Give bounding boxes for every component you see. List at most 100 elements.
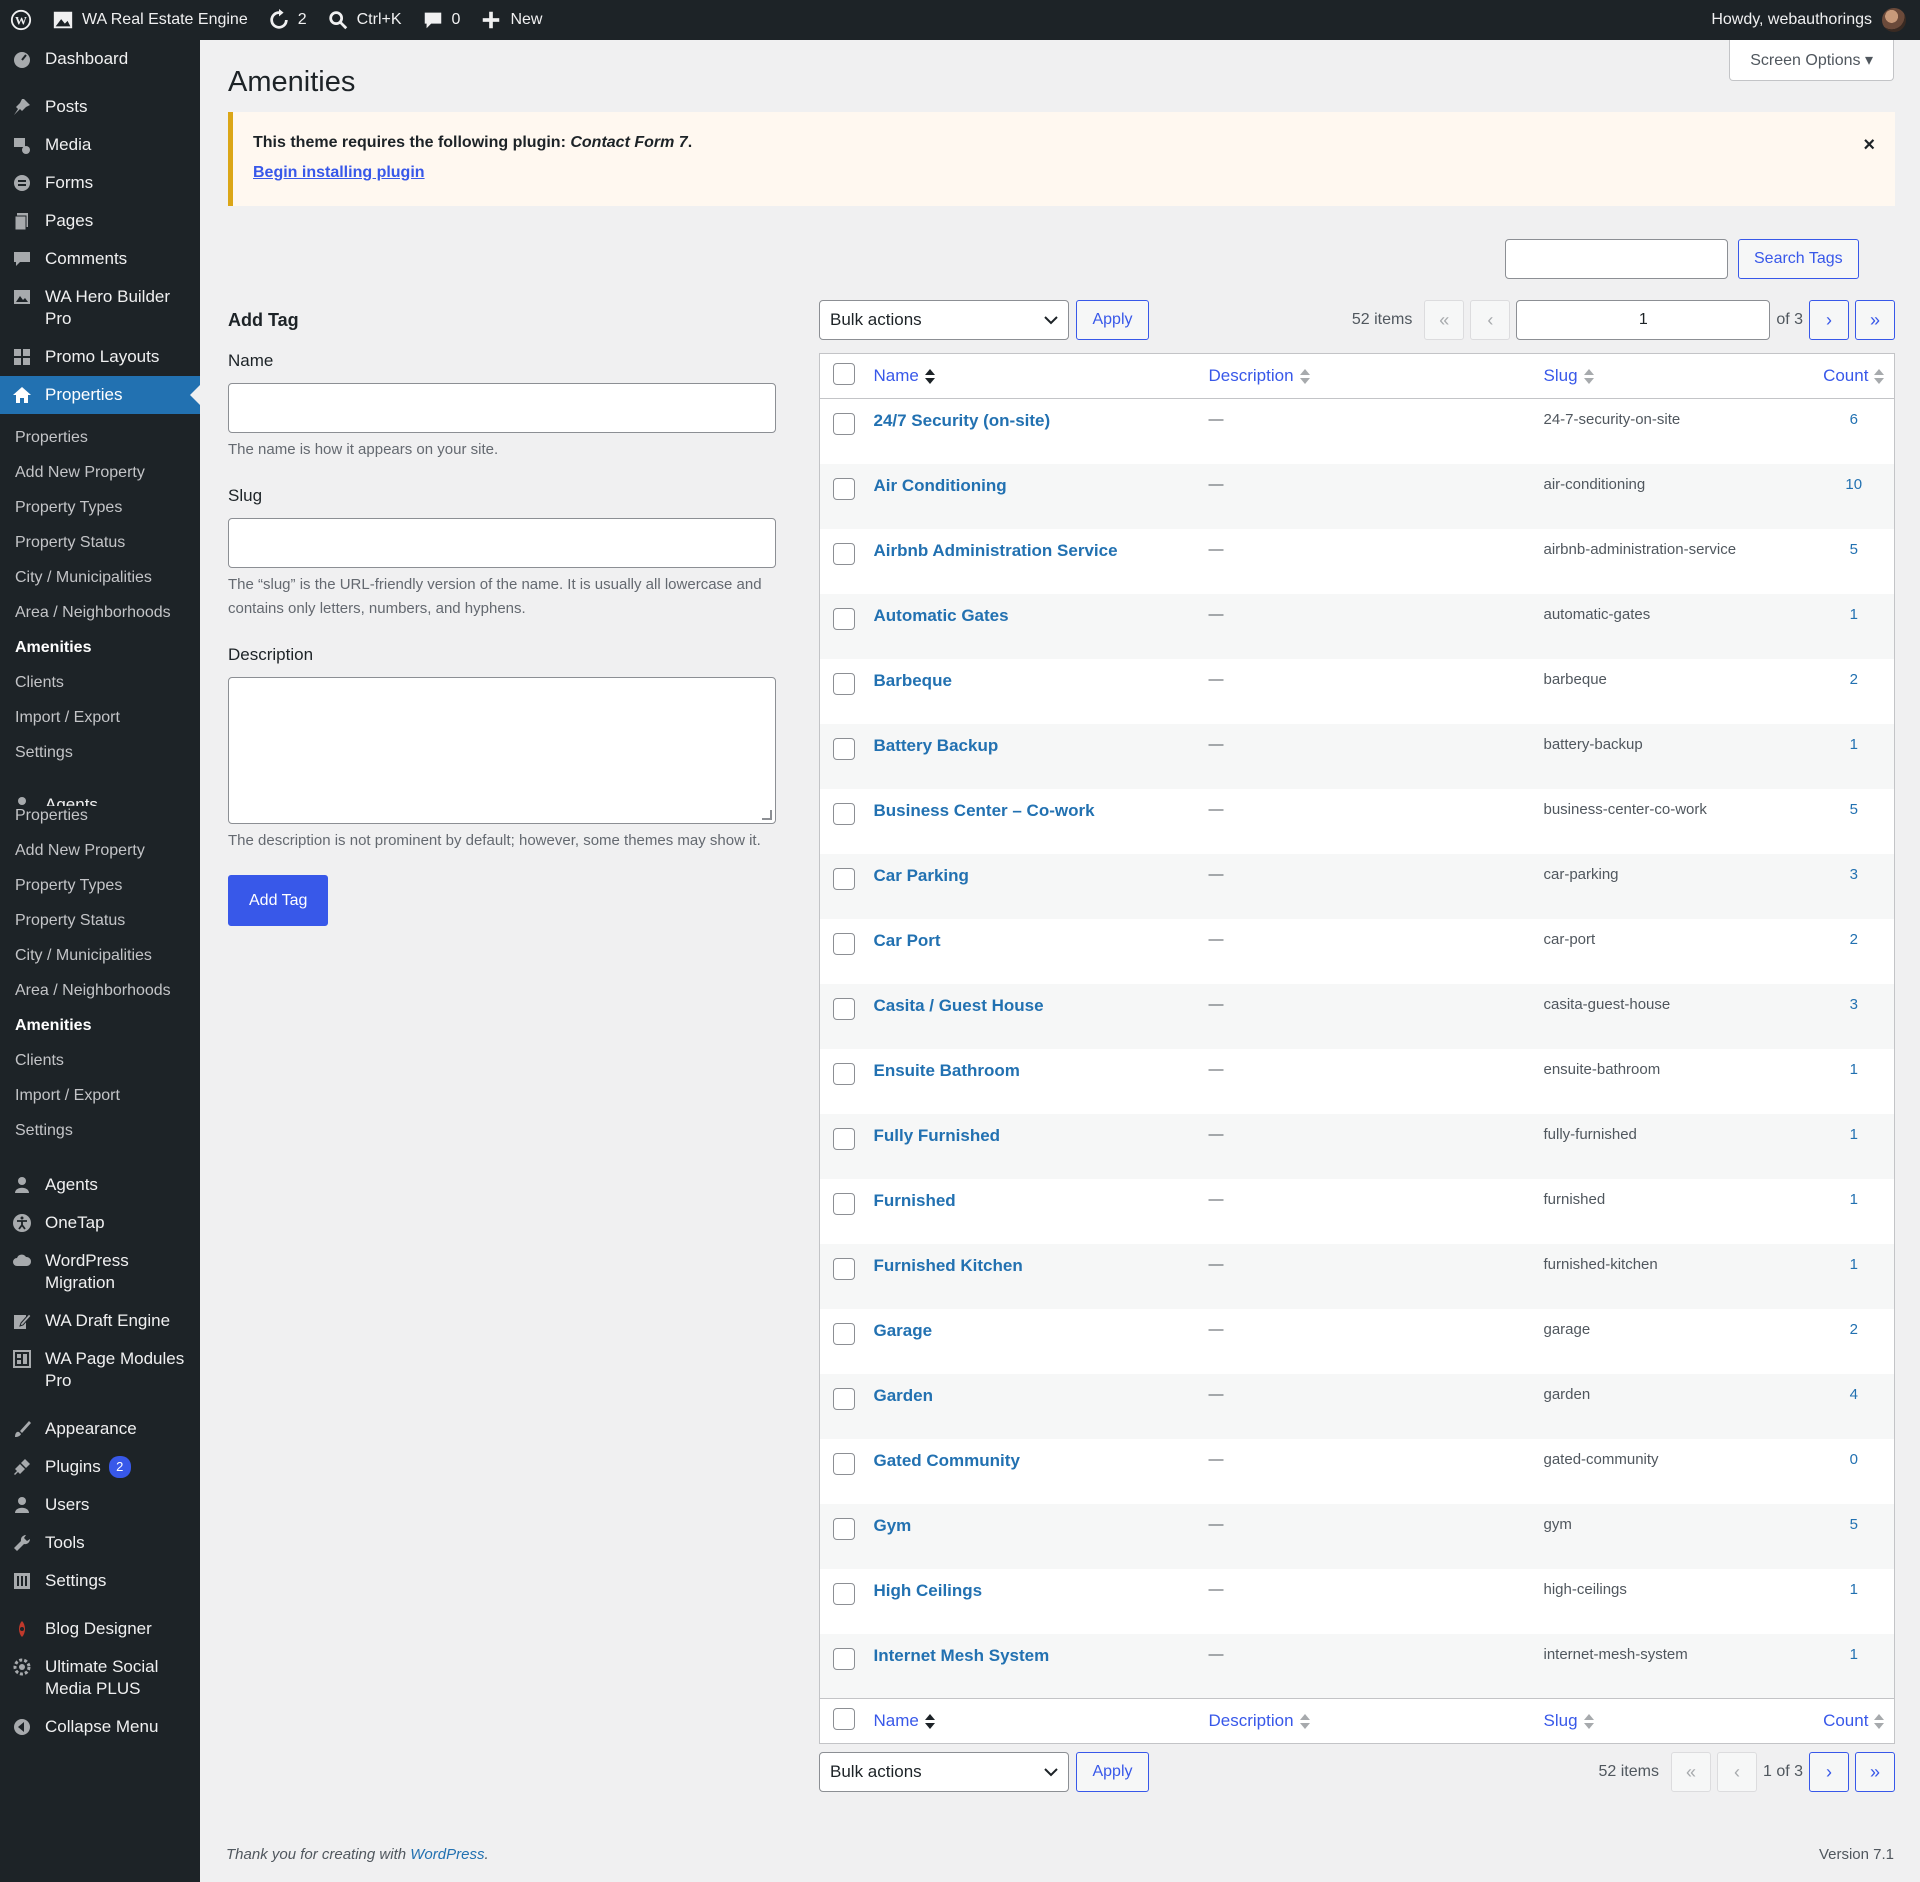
column-count-footer[interactable]: Count xyxy=(1814,1699,1895,1744)
column-slug-footer[interactable]: Slug xyxy=(1544,1699,1814,1744)
submenu-item-property-types[interactable]: Property Types xyxy=(0,490,200,525)
menu-settings[interactable]: Settings xyxy=(0,1562,200,1600)
tag-name-link[interactable]: Automatic Gates xyxy=(874,606,1009,625)
row-checkbox[interactable] xyxy=(833,802,855,825)
submenu-item-property-types[interactable]: Property Types xyxy=(0,868,200,903)
submenu-item-area-neighborhoods[interactable]: Area / Neighborhoods xyxy=(0,973,200,1008)
row-checkbox[interactable] xyxy=(833,867,855,890)
row-checkbox[interactable] xyxy=(833,413,855,435)
submenu-item-clients[interactable]: Clients xyxy=(0,665,200,700)
tag-count-link[interactable]: 1 xyxy=(1814,1114,1895,1179)
submenu-item-area-neighborhoods[interactable]: Area / Neighborhoods xyxy=(0,595,200,630)
submenu-item-import-export[interactable]: Import / Export xyxy=(0,700,200,735)
submenu-item-property-status[interactable]: Property Status xyxy=(0,525,200,560)
menu-users[interactable]: Users xyxy=(0,1486,200,1524)
tag-count-link[interactable]: 5 xyxy=(1814,1504,1895,1569)
tag-count-link[interactable]: 1 xyxy=(1814,1049,1895,1114)
row-checkbox[interactable] xyxy=(833,1062,855,1085)
bulk-actions-select-bottom[interactable]: Bulk actions xyxy=(819,1752,1069,1792)
bulk-actions-select[interactable]: Bulk actions xyxy=(819,300,1069,340)
tag-name-link[interactable]: Air Conditioning xyxy=(874,476,1007,495)
tag-count-link[interactable]: 2 xyxy=(1814,1309,1895,1374)
my-account-menu[interactable]: Howdy, webauthorings xyxy=(1711,8,1920,32)
menu-blog-designer[interactable]: Blog Designer xyxy=(0,1610,200,1648)
menu-appearance[interactable]: Appearance xyxy=(0,1410,200,1448)
submenu-item-add-new-property[interactable]: Add New Property xyxy=(0,455,200,490)
tag-name-link[interactable]: Garage xyxy=(874,1321,933,1340)
row-checkbox[interactable] xyxy=(833,1647,855,1670)
site-name-menu[interactable]: WA Real Estate Engine xyxy=(42,0,258,40)
search-tags-input[interactable] xyxy=(1505,239,1728,279)
wordpress-link[interactable]: WordPress xyxy=(410,1846,484,1863)
tag-name-link[interactable]: Ensuite Bathroom xyxy=(874,1061,1020,1080)
current-page-input[interactable]: 1 xyxy=(1516,300,1771,340)
row-checkbox[interactable] xyxy=(833,477,855,500)
row-checkbox[interactable] xyxy=(833,1452,855,1475)
submenu-item-settings[interactable]: Settings xyxy=(0,1113,200,1148)
tag-name-link[interactable]: Airbnb Administration Service xyxy=(874,541,1118,560)
column-name-header[interactable]: Name xyxy=(874,354,1209,399)
select-all-checkbox[interactable] xyxy=(833,362,855,385)
row-checkbox[interactable] xyxy=(833,737,855,760)
submenu-item-settings[interactable]: Settings xyxy=(0,735,200,770)
wordpress-logo-menu[interactable]: W xyxy=(0,0,42,40)
dismiss-notice-button[interactable]: × xyxy=(1863,134,1875,157)
menu-properties[interactable]: Properties xyxy=(0,376,200,414)
next-page-button[interactable]: › xyxy=(1809,1752,1849,1792)
tag-count-link[interactable]: 3 xyxy=(1814,854,1895,919)
tag-count-link[interactable]: 5 xyxy=(1814,529,1895,594)
menu-ultimate-social-media-plus[interactable]: Ultimate Social Media PLUS xyxy=(0,1648,200,1708)
tag-name-link[interactable]: Fully Furnished xyxy=(874,1126,1001,1145)
row-checkbox[interactable] xyxy=(833,672,855,695)
add-tag-button[interactable]: Add Tag xyxy=(228,875,329,926)
tag-count-link[interactable]: 10 xyxy=(1814,464,1895,529)
tag-count-link[interactable]: 1 xyxy=(1814,594,1895,659)
tag-count-link[interactable]: 2 xyxy=(1814,919,1895,984)
menu-tools[interactable]: Tools xyxy=(0,1524,200,1562)
tag-name-link[interactable]: Garden xyxy=(874,1386,934,1405)
menu-posts[interactable]: Posts xyxy=(0,88,200,126)
column-name-footer[interactable]: Name xyxy=(874,1699,1209,1744)
menu-collapse-menu[interactable]: Collapse Menu xyxy=(0,1708,200,1746)
submenu-item-amenities[interactable]: Amenities xyxy=(0,630,200,665)
comments-menu[interactable]: 0 xyxy=(412,0,471,40)
menu-pages[interactable]: Pages xyxy=(0,202,200,240)
submenu-item-import-export[interactable]: Import / Export xyxy=(0,1078,200,1113)
menu-wa-hero-builder-pro[interactable]: WA Hero Builder Pro xyxy=(0,278,200,338)
apply-button[interactable]: Apply xyxy=(1076,300,1149,340)
next-page-button[interactable]: › xyxy=(1809,300,1849,340)
tag-name-link[interactable]: Car Parking xyxy=(874,866,969,885)
tag-name-link[interactable]: Furnished xyxy=(874,1191,956,1210)
column-slug-header[interactable]: Slug xyxy=(1544,354,1814,399)
tag-count-link[interactable]: 2 xyxy=(1814,659,1895,724)
menu-onetap[interactable]: OneTap xyxy=(0,1204,200,1242)
screen-options-button[interactable]: Screen Options ▾ xyxy=(1729,40,1894,81)
menu-plugins[interactable]: Plugins 2 xyxy=(0,1448,200,1486)
tag-count-link[interactable]: 6 xyxy=(1814,399,1895,464)
row-checkbox[interactable] xyxy=(833,1582,855,1605)
last-page-button[interactable]: » xyxy=(1855,300,1895,340)
updates-menu[interactable]: 2 xyxy=(258,0,317,40)
column-description-footer[interactable]: Description xyxy=(1209,1699,1544,1744)
tag-name-link[interactable]: Gated Community xyxy=(874,1451,1020,1470)
tag-count-link[interactable]: 1 xyxy=(1814,724,1895,789)
tag-count-link[interactable]: 0 xyxy=(1814,1439,1895,1504)
tag-name-link[interactable]: High Ceilings xyxy=(874,1581,983,1600)
tag-description-textarea[interactable] xyxy=(228,677,776,824)
tag-name-link[interactable]: Casita / Guest House xyxy=(874,996,1044,1015)
menu-media[interactable]: Media xyxy=(0,126,200,164)
submenu-item-city-municipalities[interactable]: City / Municipalities xyxy=(0,560,200,595)
tag-count-link[interactable]: 1 xyxy=(1814,1179,1895,1244)
select-all-checkbox-bottom[interactable] xyxy=(833,1707,855,1730)
row-checkbox[interactable] xyxy=(833,1257,855,1280)
tag-count-link[interactable]: 1 xyxy=(1814,1634,1895,1699)
tag-name-link[interactable]: 24/7 Security (on-site) xyxy=(874,411,1051,430)
tag-count-link[interactable]: 1 xyxy=(1814,1569,1895,1634)
submenu-item-amenities[interactable]: Amenities xyxy=(0,1008,200,1043)
submenu-item-property-status[interactable]: Property Status xyxy=(0,903,200,938)
menu-forms[interactable]: Forms xyxy=(0,164,200,202)
search-tags-button[interactable]: Search Tags xyxy=(1738,239,1859,279)
command-palette-button[interactable]: Ctrl+K xyxy=(317,0,412,40)
row-checkbox[interactable] xyxy=(833,1322,855,1345)
new-content-menu[interactable]: New xyxy=(470,0,552,40)
